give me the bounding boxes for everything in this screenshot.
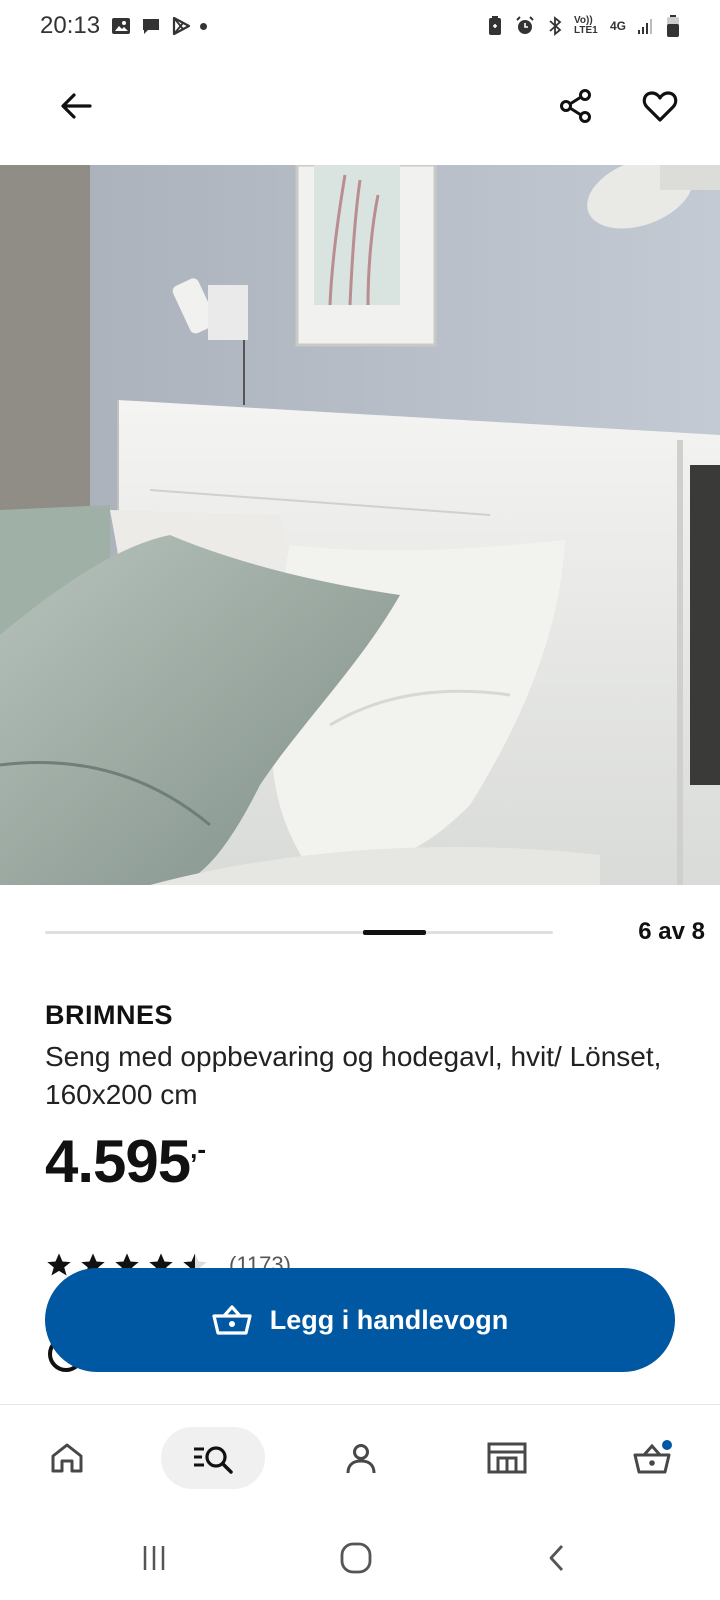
arrow-left-icon [61, 93, 92, 119]
bed-photo [0, 165, 720, 885]
basket-icon [212, 1305, 252, 1335]
system-navigation [0, 1516, 720, 1600]
nav-home[interactable] [36, 1427, 98, 1489]
app-bar [0, 60, 720, 148]
recents-button[interactable] [124, 1534, 184, 1582]
nav-profile[interactable] [330, 1427, 392, 1489]
home-system-button[interactable] [326, 1534, 386, 1582]
product-name: BRIMNES [45, 1000, 174, 1030]
nav-search[interactable] [161, 1427, 265, 1489]
signal-icon [638, 19, 652, 34]
price-value: 4.595 [45, 1128, 191, 1195]
bluetooth-icon [549, 16, 562, 36]
status-left: 20:13 [40, 12, 208, 40]
home-icon [51, 1443, 83, 1473]
carousel-track [45, 931, 553, 934]
battery-icon [667, 15, 679, 37]
price-suffix: ,- [190, 1134, 207, 1164]
back-chevron-icon [549, 1545, 564, 1571]
alarm-icon [516, 16, 534, 34]
search-icon [194, 1446, 233, 1474]
battery-saver-icon [488, 16, 501, 35]
status-bar: 20:13 Vo)) LTE1 4G [0, 0, 720, 52]
play-store-icon [172, 16, 191, 36]
status-right: Vo)) LTE1 4G [486, 14, 680, 38]
image-counter: 6 av 8 [638, 918, 705, 945]
nav-store[interactable] [476, 1427, 538, 1489]
gallery-icon [112, 18, 131, 34]
product-image[interactable] [0, 165, 720, 885]
back-system-button[interactable] [528, 1534, 588, 1582]
heart-icon [642, 91, 678, 122]
dot-icon [200, 22, 208, 30]
product-description: Seng med oppbevaring og hodegavl, hvit/ … [45, 1041, 662, 1110]
profile-icon [346, 1444, 376, 1474]
bottom-navigation [0, 1404, 720, 1516]
back-button[interactable] [52, 82, 100, 130]
add-to-cart-button[interactable]: Legg i handlevogn [45, 1268, 675, 1372]
store-icon [487, 1442, 527, 1474]
nav-cart[interactable] [622, 1427, 684, 1489]
volte-icon: Vo)) LTE1 [573, 15, 598, 36]
cart-badge [662, 1440, 672, 1450]
notification-icons [110, 15, 208, 37]
4g-icon: 4G [609, 19, 626, 33]
recents-icon [143, 1546, 165, 1570]
cart-icon [633, 1440, 672, 1474]
share-button[interactable] [552, 82, 600, 130]
home-circle-icon [340, 1542, 372, 1574]
carousel-position [363, 930, 426, 935]
message-icon [143, 19, 160, 34]
clock: 20:13 [40, 12, 101, 39]
share-icon [560, 89, 591, 123]
add-to-cart-label: Legg i handlevogn [269, 1304, 509, 1335]
favorite-button[interactable] [636, 82, 684, 130]
product-price: 4.595,- [45, 1132, 206, 1192]
image-carousel-indicator[interactable]: 6 av 8 [45, 918, 705, 948]
